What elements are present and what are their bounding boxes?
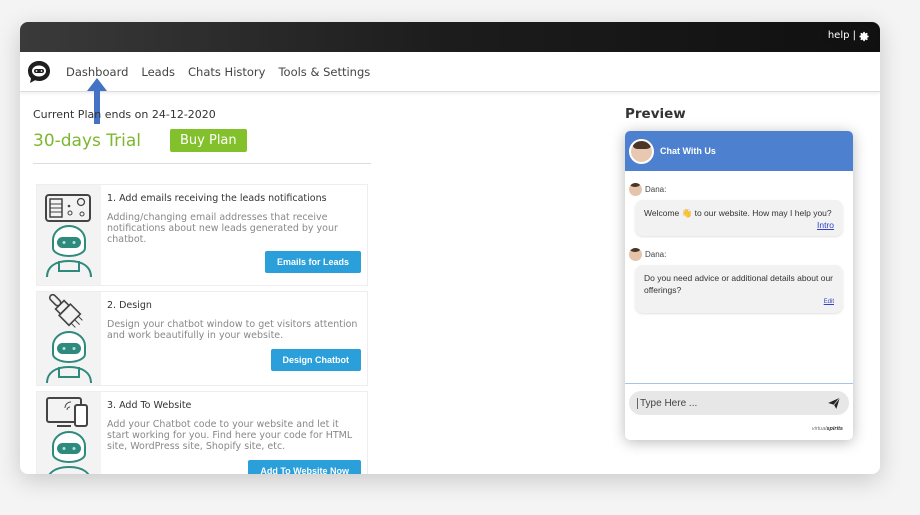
step-card-emails: 1. Add emails receiving the leads notifi… — [36, 184, 368, 286]
step-title: 2. Design — [107, 300, 152, 311]
chat-header: Chat With Us — [625, 131, 853, 171]
message-bubble: Welcome 👋 to our website. How may I help… — [635, 200, 843, 236]
agent-mini-avatar — [629, 183, 642, 196]
app-window: help | Dashboard Leads Chats History Too… — [20, 22, 880, 474]
trial-label: 30-days Trial — [33, 130, 142, 151]
brand-text-bold: spirits — [826, 426, 843, 432]
chat-input-area: Type Here ... virtualspirits — [625, 383, 853, 440]
intro-link[interactable]: Intro — [644, 219, 834, 231]
chat-preview-widget: Chat With Us Dana: Welcome 👋 to our webs… — [625, 131, 853, 440]
agent-avatar — [629, 138, 654, 164]
step-card-design: 2. Design Design your chatbot window to … — [36, 291, 368, 386]
help-menu[interactable]: help | — [821, 26, 876, 46]
chatbot-logo-icon[interactable] — [26, 59, 52, 85]
add-to-website-button[interactable]: Add To Website Now — [248, 460, 361, 474]
gear-icon[interactable] — [859, 31, 870, 42]
message-text: Do you need advice or additional details… — [644, 273, 834, 295]
chat-input-placeholder[interactable]: Type Here ... — [637, 397, 827, 409]
brand-text: virtual — [811, 426, 827, 432]
agent-mini-avatar — [629, 248, 642, 261]
paintbrush-robot-icon — [37, 292, 101, 385]
step-description: Add your Chatbot code to your website an… — [107, 419, 353, 452]
nav-leads[interactable]: Leads — [141, 65, 175, 79]
top-bar: help | — [20, 22, 880, 52]
step-description: Design your chatbot window to get visito… — [107, 319, 358, 341]
main-nav: Dashboard Leads Chats History Tools & Se… — [20, 52, 880, 92]
design-chatbot-button[interactable]: Design Chatbot — [270, 349, 361, 371]
nav-chats-history[interactable]: Chats History — [188, 65, 265, 79]
step-card-add-to-website: 3. Add To Website Add your Chatbot code … — [36, 391, 368, 474]
help-link[interactable]: help | — [828, 26, 856, 46]
message-bubble: Do you need advice or additional details… — [635, 265, 843, 313]
edit-link[interactable]: Edit — [644, 296, 834, 308]
devices-robot-icon — [37, 392, 101, 474]
nav-tools-settings[interactable]: Tools & Settings — [278, 65, 370, 79]
chat-message: Dana: Welcome 👋 to our website. How may … — [625, 183, 853, 236]
chat-header-title: Chat With Us — [660, 146, 716, 156]
buy-plan-button[interactable]: Buy Plan — [170, 129, 247, 152]
message-text: Welcome — [644, 208, 680, 218]
emails-for-leads-button[interactable]: Emails for Leads — [264, 251, 361, 273]
chat-message: Dana: Do you need advice or additional d… — [625, 248, 853, 313]
step-description: Adding/changing email addresses that rec… — [107, 212, 338, 245]
plan-end-date: Current Plan ends on 24-12-2020 — [33, 108, 216, 121]
email-board-robot-icon — [37, 185, 101, 285]
step-title: 1. Add emails receiving the leads notifi… — [107, 193, 327, 204]
plan-section: Current Plan ends on 24-12-2020 30-days … — [33, 108, 371, 164]
preview-title: Preview — [625, 106, 686, 122]
chat-input[interactable]: Type Here ... — [629, 391, 849, 415]
nav-dashboard[interactable]: Dashboard — [66, 65, 128, 79]
send-icon[interactable] — [827, 396, 841, 410]
message-text: to our website. How may I help you? — [692, 208, 832, 218]
brand-footer: virtualspirits — [812, 426, 843, 432]
step-title: 3. Add To Website — [107, 400, 192, 411]
message-sender: Dana: — [645, 185, 667, 194]
message-sender: Dana: — [645, 250, 667, 259]
wave-emoji-icon: 👋 — [681, 208, 693, 218]
